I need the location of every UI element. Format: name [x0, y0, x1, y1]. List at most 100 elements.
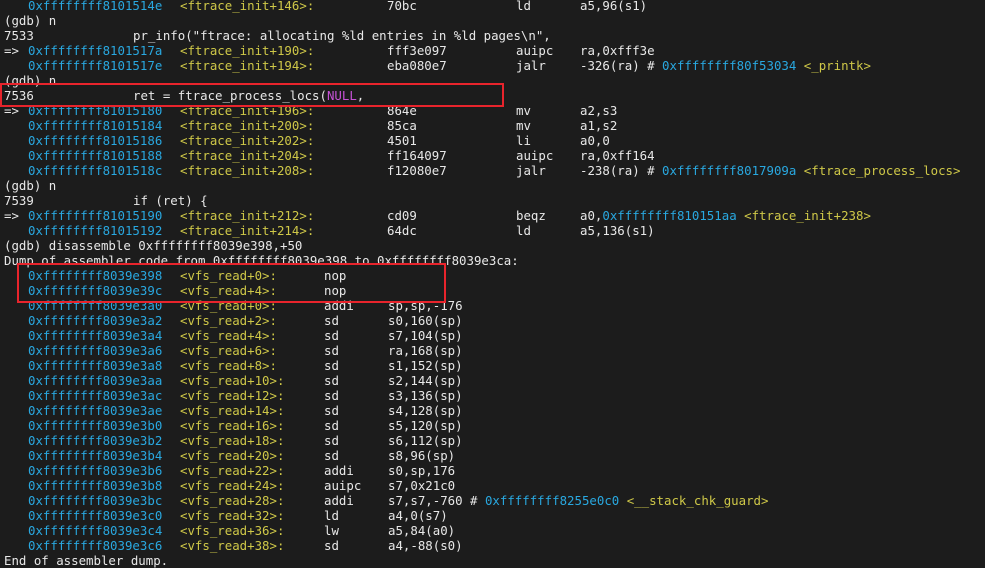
- instruction-operands: a5,84(a0): [388, 523, 456, 538]
- instruction-operands: ra,0xfff3e: [580, 43, 655, 58]
- instruction-address: 0xffffffff8101518c: [28, 163, 163, 178]
- console-text-line: End of assembler dump.: [0, 553, 985, 568]
- instruction-symbol: <vfs_read+38>:: [180, 538, 285, 553]
- instruction-opcode: fff3e097: [387, 43, 447, 58]
- console-text: (gdb) n: [4, 178, 57, 193]
- disassembly-line: 0xffffffff8039e39c <vfs_read+4>: nop: [0, 283, 985, 298]
- pc-marker: =>: [4, 43, 27, 58]
- instruction-address: 0xffffffff81015190: [28, 208, 163, 223]
- instruction-symbol: <ftrace_init+200>:: [180, 118, 315, 133]
- console-text-line: (gdb) disassemble 0xffffffff8039e398,+50: [0, 238, 985, 253]
- disassembly-line: 0xffffffff8039e3b2 <vfs_read+18>: sd s6,112…: [0, 433, 985, 448]
- instruction-symbol: <vfs_read+20>:: [180, 448, 285, 463]
- target-symbol: <__stack_chk_guard>: [626, 493, 769, 508]
- instruction-mnemonic: auipc: [516, 43, 554, 58]
- disassembly-line: 0xffffffff8039e3ae <vfs_read+14>: sd s4,128…: [0, 403, 985, 418]
- instruction-mnemonic: ld: [516, 0, 531, 13]
- instruction-mnemonic: jalr: [516, 58, 546, 73]
- disassembly-line: 0xffffffff8039e3a2 <vfs_read+2>: sd s0,160(…: [0, 313, 985, 328]
- instruction-operands: s7,0x21c0: [388, 478, 456, 493]
- instruction-mnemonic: li: [516, 133, 531, 148]
- pc-marker: [4, 148, 26, 163]
- instruction-address: 0xffffffff8039e3c6: [28, 538, 163, 553]
- instruction-mnemonic: sd: [324, 313, 339, 328]
- pc-marker: [4, 58, 26, 73]
- asm-instruction-line: 0xffffffff81015188 <ftrace_init+204>: ff16…: [0, 148, 985, 163]
- instruction-opcode: cd09: [387, 208, 417, 223]
- instruction-symbol: <vfs_read+4>:: [180, 328, 277, 343]
- instruction-operands: ra,0xff164: [580, 148, 655, 163]
- disassembly-line: 0xffffffff8039e398 <vfs_read+0>: nop: [0, 268, 985, 283]
- instruction-operands: s7,104(sp): [388, 328, 463, 343]
- instruction-address: 0xffffffff81015180: [28, 103, 163, 118]
- gdb-terminal-output[interactable]: 0xffffffff8101514e <ftrace_init+146>: 70bc…: [0, 0, 985, 568]
- instruction-operands: a0,: [580, 208, 603, 223]
- disassembly-line: 0xffffffff8039e3c0 <vfs_read+32>: ld a4,0(s…: [0, 508, 985, 523]
- console-text: (gdb) n: [4, 73, 57, 88]
- target-symbol: <ftrace_init+238>: [744, 208, 871, 223]
- instruction-mnemonic: ld: [324, 508, 339, 523]
- disassembly-line: 0xffffffff8039e3bc <vfs_read+28>: addi s7,s…: [0, 493, 985, 508]
- instruction-symbol: <ftrace_init+202>:: [180, 133, 315, 148]
- target-address: 0xffffffff8017909a: [662, 163, 797, 178]
- source-line-number: 7533: [4, 28, 34, 43]
- instruction-operands: s4,128(sp): [388, 403, 463, 418]
- pc-marker: =>: [4, 103, 27, 118]
- instruction-symbol: <vfs_read+22>:: [180, 463, 285, 478]
- instruction-mnemonic: sd: [324, 358, 339, 373]
- instruction-address: 0xffffffff8039e3a6: [28, 343, 163, 358]
- instruction-operands: sp,sp,-176: [388, 298, 463, 313]
- instruction-operands: s7,s7,-760 #: [388, 493, 485, 508]
- instruction-symbol: <ftrace_init+194>:: [180, 58, 315, 73]
- asm-instruction-line: 0xffffffff81015192 <ftrace_init+214>: 64dc…: [0, 223, 985, 238]
- source-code-tail: ,: [356, 88, 365, 103]
- asm-instruction-line: 0xffffffff8101514e <ftrace_init+146>: 70bc…: [0, 0, 985, 13]
- instruction-symbol: <vfs_read+12>:: [180, 388, 285, 403]
- instruction-address: 0xffffffff8039e3b4: [28, 448, 163, 463]
- instruction-mnemonic: sd: [324, 343, 339, 358]
- asm-instruction-line: => 0xffffffff81015190 <ftrace_init+212>: c…: [0, 208, 985, 223]
- instruction-symbol: <vfs_read+8>:: [180, 358, 277, 373]
- instruction-mnemonic: sd: [324, 448, 339, 463]
- instruction-operands: a5,96(s1): [580, 0, 648, 13]
- instruction-symbol: <ftrace_init+204>:: [180, 148, 315, 163]
- asm-instruction-line: 0xffffffff8101517e <ftrace_init+194>: eba0…: [0, 58, 985, 73]
- instruction-opcode: 85ca: [387, 118, 417, 133]
- source-code: pr_info("ftrace: allocating %ld entries …: [133, 28, 551, 43]
- instruction-operands: a1,s2: [580, 118, 618, 133]
- instruction-symbol: <ftrace_init+196>:: [180, 103, 315, 118]
- instruction-operands: s2,144(sp): [388, 373, 463, 388]
- instruction-operands: s6,112(sp): [388, 433, 463, 448]
- disassembly-line: 0xffffffff8039e3a6 <vfs_read+6>: sd ra,168(…: [0, 343, 985, 358]
- instruction-address: 0xffffffff8039e3c4: [28, 523, 163, 538]
- instruction-mnemonic: sd: [324, 388, 339, 403]
- instruction-mnemonic: sd: [324, 373, 339, 388]
- pc-marker: [4, 133, 26, 148]
- instruction-opcode: 70bc: [387, 0, 417, 13]
- instruction-symbol: <ftrace_init+214>:: [180, 223, 315, 238]
- target-address: 0xffffffff810151aa: [602, 208, 737, 223]
- pc-marker: [4, 118, 26, 133]
- instruction-address: 0xffffffff8039e3b8: [28, 478, 163, 493]
- instruction-address: 0xffffffff81015184: [28, 118, 163, 133]
- instruction-opcode: 4501: [387, 133, 417, 148]
- instruction-mnemonic: sd: [324, 538, 339, 553]
- pc-marker: [4, 163, 26, 178]
- instruction-address: 0xffffffff8039e3b0: [28, 418, 163, 433]
- instruction-operands: s3,136(sp): [388, 388, 463, 403]
- instruction-symbol: <vfs_read+18>:: [180, 433, 285, 448]
- instruction-symbol: <vfs_read+10>:: [180, 373, 285, 388]
- instruction-mnemonic: addi: [324, 463, 354, 478]
- instruction-mnemonic: auipc: [516, 148, 554, 163]
- source-line: 7533 pr_info("ftrace: allocating %ld entr…: [0, 28, 985, 43]
- instruction-address: 0xffffffff8039e3ac: [28, 388, 163, 403]
- console-text-line: (gdb) n: [0, 178, 985, 193]
- disassembly-line: 0xffffffff8039e3ac <vfs_read+12>: sd s3,136…: [0, 388, 985, 403]
- instruction-symbol: <vfs_read+24>:: [180, 478, 285, 493]
- instruction-mnemonic: mv: [516, 103, 531, 118]
- target-symbol: <_printk>: [803, 58, 871, 73]
- console-text-line: Dump of assembler code from 0xffffffff80…: [0, 253, 985, 268]
- disassembly-line: 0xffffffff8039e3aa <vfs_read+10>: sd s2,144…: [0, 373, 985, 388]
- instruction-address: 0xffffffff8039e3ae: [28, 403, 163, 418]
- target-address: 0xffffffff8255e0c0: [484, 493, 620, 508]
